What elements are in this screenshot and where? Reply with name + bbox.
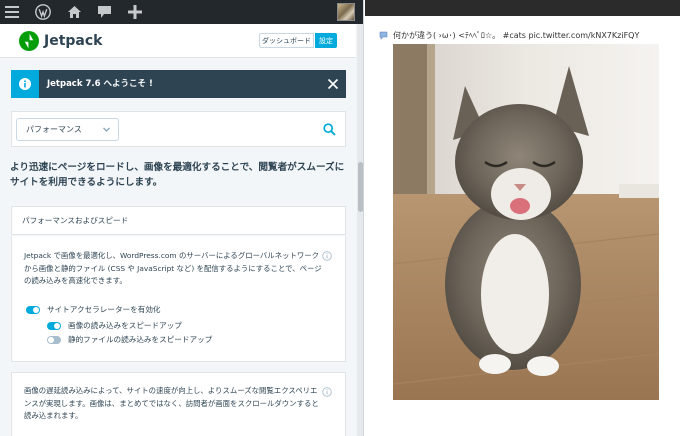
comment-icon[interactable]: [94, 0, 114, 24]
plus-icon[interactable]: [125, 0, 145, 24]
section-header: パフォーマンスおよびスピード: [11, 206, 346, 235]
wordpress-logo-icon[interactable]: [33, 0, 53, 24]
jetpack-settings-pane: Jetpack ダッシュボード 設定 Jetpack 7.6 へようこそ ! パ…: [0, 0, 364, 436]
tweet-pane: 何かが違う( ›ω･) <ﾃﾍﾍﾟﾛ☆。 #cats pic.twitter.c…: [365, 0, 680, 436]
toggle-label: 画像の読み込みをスピードアップ: [68, 321, 182, 330]
section-select-value: パフォーマンス: [26, 125, 82, 134]
admin-bar: [0, 0, 363, 24]
home-icon[interactable]: [64, 0, 84, 24]
section-title: パフォーマンスおよびスピード: [22, 216, 129, 225]
jetpack-header: Jetpack ダッシュボード 設定: [0, 24, 356, 58]
search-icon[interactable]: [323, 123, 336, 136]
intro-text: より迅速にページをロードし、画像を最適化することで、閲覧者がスムーズにサイトを利…: [10, 162, 345, 188]
dashboard-button[interactable]: ダッシュボード: [259, 33, 314, 48]
toggle-site-accelerator[interactable]: サイトアクセラレーターを有効化: [26, 304, 161, 315]
accelerator-card: Jetpack で画像を最適化し、WordPress.com のサーバーによるグ…: [11, 236, 346, 362]
close-icon[interactable]: [326, 77, 340, 91]
lazy-images-card: 画像の遅延読み込みによって、サイトの速度が向上し、よりスムーズな閲覧エクスペリエ…: [11, 372, 346, 436]
toggle-switch[interactable]: [47, 321, 61, 330]
tweet-text-row: 何かが違う( ›ω･) <ﾃﾍﾍﾟﾛ☆。 #cats pic.twitter.c…: [379, 30, 679, 41]
scrollbar[interactable]: [357, 24, 363, 436]
window-top-strip: [365, 0, 680, 16]
toggle-switch[interactable]: [47, 335, 61, 344]
cat-photo[interactable]: [393, 44, 659, 400]
section-select[interactable]: パフォーマンス: [16, 118, 119, 141]
scrollbar-thumb[interactable]: [358, 162, 363, 212]
toggle-speed-up-images[interactable]: 画像の読み込みをスピードアップ: [47, 320, 182, 331]
info-icon: [11, 70, 39, 98]
settings-button[interactable]: 設定: [315, 33, 337, 48]
notice-text: Jetpack 7.6 へようこそ !: [47, 79, 153, 89]
toggle-speed-up-static-files[interactable]: 静的ファイルの読み込みをスピードアップ: [47, 334, 212, 345]
info-icon[interactable]: [322, 251, 332, 261]
tweet-text: 何かが違う( ›ω･) <ﾃﾍﾍﾟﾛ☆。 #cats pic.twitter.c…: [393, 31, 640, 40]
jetpack-title: Jetpack: [44, 33, 103, 49]
toggle-label: サイトアクセラレーターを有効化: [47, 305, 161, 314]
jetpack-logo-icon: [19, 31, 39, 51]
welcome-notice: Jetpack 7.6 へようこそ !: [11, 70, 346, 98]
info-icon[interactable]: [322, 387, 332, 397]
toggle-switch[interactable]: [26, 305, 40, 314]
avatar[interactable]: [337, 3, 355, 21]
settings-filter-bar: パフォーマンス: [11, 111, 346, 147]
speech-bubble-icon: [379, 31, 388, 40]
chevron-down-icon: [103, 127, 110, 132]
menu-icon[interactable]: [3, 0, 21, 24]
lazy-images-description: 画像の遅延読み込みによって、サイトの速度が向上し、よりスムーズな閲覧エクスペリエ…: [24, 386, 319, 421]
toggle-label: 静的ファイルの読み込みをスピードアップ: [68, 335, 213, 344]
accelerator-description: Jetpack で画像を最適化し、WordPress.com のサーバーによるグ…: [24, 251, 322, 286]
